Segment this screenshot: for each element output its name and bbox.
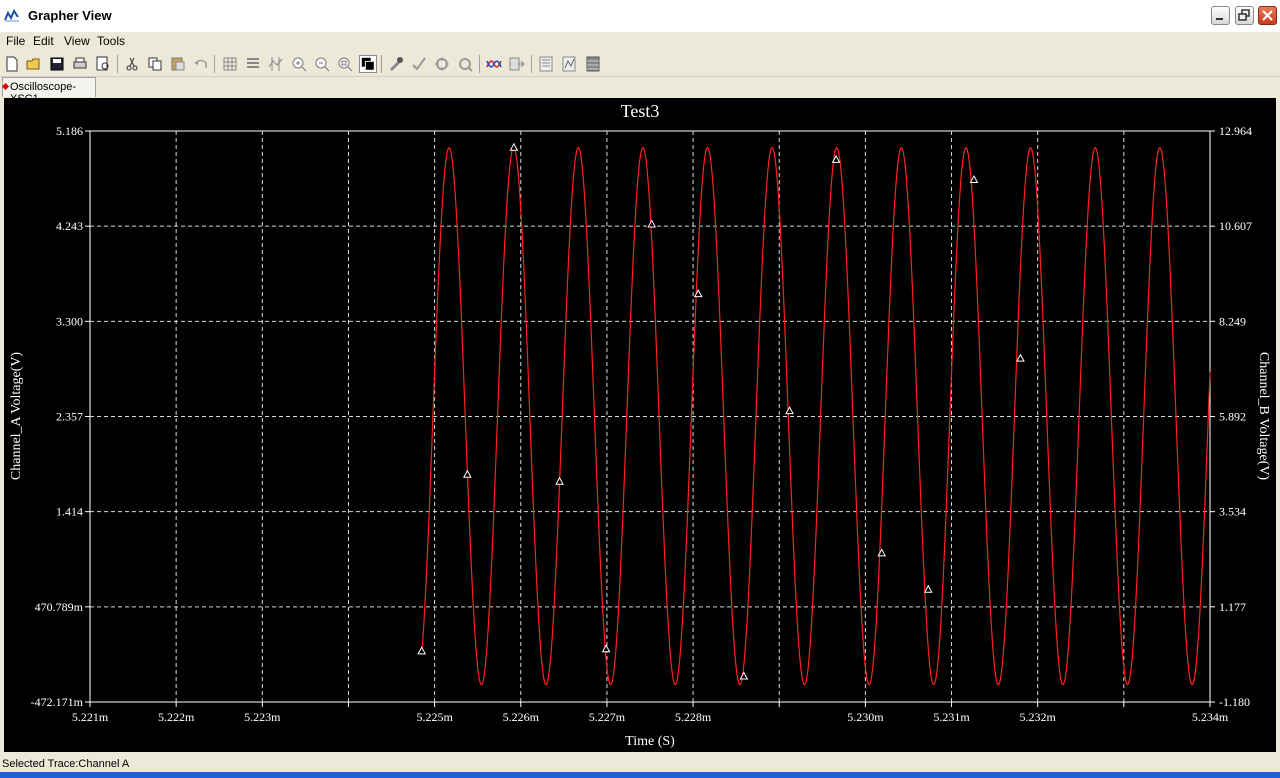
zoom-select-icon[interactable] [456,55,474,73]
toolbar-separator [381,55,382,73]
menu-tools[interactable]: Tools [97,34,125,48]
trace-marker [555,476,564,485]
menu-view[interactable]: View [64,34,90,48]
menu-bar: File Edit View Tools [0,32,1280,52]
x-tick-label: 5.222m [158,710,195,724]
y2-tick-label: 3.534 [1219,505,1246,519]
export-icon[interactable] [508,55,526,73]
cut-icon[interactable] [123,55,141,73]
status-bar: Selected Trace:Channel A [0,756,1280,772]
toolbar-separator [531,55,532,73]
y2-tick-label: 8.249 [1219,314,1246,328]
cursors-icon[interactable] [267,55,285,73]
zoom-full-icon[interactable] [336,55,354,73]
pan-icon[interactable] [433,55,451,73]
toolbar-separator [214,55,215,73]
zoom-out-icon[interactable] [313,55,331,73]
trace-marker [601,644,611,653]
trace-marker [647,219,657,228]
grid-icon[interactable] [221,55,239,73]
chart-title: Test3 [621,101,660,121]
x-tick-label: 5.234m [1192,710,1229,724]
y-tick-label: 1.414 [56,505,83,519]
restore-button[interactable] [1235,6,1254,25]
close-button[interactable] [1258,6,1277,25]
trace-marker [509,142,519,151]
y2-tick-label: 1.177 [1219,600,1246,614]
y2-tick-label: 10.607 [1219,219,1252,233]
minimize-button[interactable] [1211,6,1230,25]
trace-marker [417,646,427,655]
open-icon[interactable] [25,55,43,73]
zoom-in-icon[interactable] [290,55,308,73]
export-mathcad-icon[interactable] [561,55,579,73]
y2-tick-label: 12.964 [1219,124,1252,138]
x-tick-label: 5.225m [416,710,453,724]
trace-marker [1016,353,1025,362]
legend-icon[interactable] [244,55,262,73]
x-tick-label: 5.230m [847,710,884,724]
title-bar: Grapher View [0,0,1280,32]
active-tab-marker-icon [1,82,10,91]
show-select-marks-icon[interactable] [584,55,602,73]
export-excel-icon[interactable] [538,55,556,73]
y2-axis-label: Channel_B Voltage(V) [1256,352,1271,481]
menu-file[interactable]: File [6,34,25,48]
plot-area[interactable]: Test3 Time (S) Channel_A Voltage(V) Chan… [4,98,1276,752]
chart-canvas: Test3 Time (S) Channel_A Voltage(V) Chan… [9,101,1271,749]
toolbar-separator [479,55,480,73]
x-tick-label: 5.221m [72,710,109,724]
x-tick-label: 5.228m [675,710,712,724]
taskbar [0,772,1280,778]
y-tick-label: -472.171m [31,695,84,709]
y-tick-label: 4.243 [56,219,83,233]
close-icon [1262,10,1273,21]
tab-oscilloscope-xsc1[interactable]: Oscilloscope-XSC1 [1,77,96,105]
tab-strip: Oscilloscope-XSC1 [0,77,1280,105]
window-title: Grapher View [28,8,112,23]
minimize-icon [1216,18,1223,20]
trace-marker [463,469,472,478]
x-axis-label: Time (S) [625,734,675,749]
trace-marker [739,671,749,680]
y-tick-label: 5.186 [56,124,83,138]
print-icon[interactable] [71,55,89,73]
paste-icon[interactable] [169,55,187,73]
new-icon[interactable] [3,55,21,73]
trace-marker [923,584,933,593]
x-tick-label: 5.226m [503,710,540,724]
x-tick-label: 5.223m [244,710,281,724]
copy-icon[interactable] [146,55,164,73]
y2-tick-label: -1.180 [1219,695,1250,709]
y-tick-label: 3.300 [56,314,83,328]
toolbar-separator [117,55,118,73]
properties-icon[interactable] [387,55,405,73]
y2-tick-label: 5.892 [1219,409,1246,423]
reverse-colors-icon[interactable] [359,55,377,73]
traces [417,142,1211,686]
save-icon[interactable] [48,55,66,73]
x-tick-label: 5.232m [1020,710,1057,724]
restore-icon [1238,9,1250,21]
status-text: Selected Trace:Channel A [2,758,130,770]
overlay-traces-icon[interactable] [485,55,503,73]
y-axis-label: Channel_A Voltage(V) [9,352,24,481]
print-preview-icon[interactable] [94,55,112,73]
select-trace-icon[interactable] [410,55,428,73]
grapher-app-icon [4,9,20,23]
menu-edit[interactable]: Edit [33,34,54,48]
trace-marker [785,406,794,415]
y-tick-label: 2.357 [56,409,83,423]
toolbar [0,52,1280,77]
x-tick-label: 5.227m [589,710,626,724]
y-tick-label: 470.789m [35,600,84,614]
undo-icon[interactable] [192,55,210,73]
x-tick-label: 5.231m [933,710,970,724]
